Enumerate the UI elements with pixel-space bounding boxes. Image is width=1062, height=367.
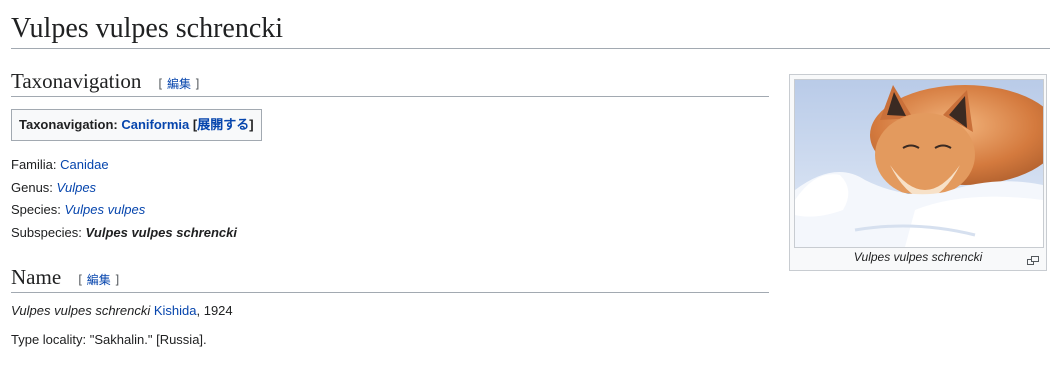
familia-link[interactable]: Canidae	[60, 157, 108, 172]
type-locality: Type locality: "Sakhalin." [Russia].	[11, 332, 207, 347]
caniformia-link[interactable]: Caniformia	[121, 117, 189, 132]
edit-bracket-close: ]	[194, 77, 200, 91]
edit-bracket-open: [	[158, 77, 164, 91]
genus-link[interactable]: Vulpes	[57, 180, 97, 195]
rank-species: Species: Vulpes vulpes	[11, 199, 237, 222]
section-heading-name: Name	[11, 265, 62, 289]
rank-subspecies: Subspecies: Vulpes vulpes schrencki	[11, 222, 237, 245]
section-taxonavigation: Taxonavigation [ 編集 ]	[11, 68, 769, 97]
rank-label: Genus:	[11, 179, 53, 195]
edit-bracket-close: ]	[114, 273, 120, 287]
author-link[interactable]: Kishida	[154, 303, 197, 318]
section-heading-taxonavigation: Taxonavigation	[11, 69, 142, 93]
fox-image[interactable]	[794, 79, 1044, 248]
edit-section: [ 編集 ]	[78, 273, 119, 287]
name-year: , 1924	[196, 303, 233, 318]
edit-bracket-open: [	[78, 273, 83, 287]
subspecies-value: Vulpes vulpes schrencki	[85, 224, 237, 240]
thumbnail: Vulpes vulpes schrencki	[789, 74, 1047, 271]
taxobox-label: Taxonavigation:	[19, 117, 118, 132]
page-title: Vulpes vulpes schrencki	[11, 10, 1050, 49]
species-link[interactable]: Vulpes vulpes	[65, 202, 146, 217]
expand-link[interactable]: 展開する	[197, 117, 249, 132]
name-taxon: Vulpes vulpes schrencki	[11, 303, 151, 318]
taxonavigation-box: Taxonavigation: Caniformia [展開する]	[11, 109, 262, 141]
rank-label: Subspecies:	[11, 224, 82, 240]
expand-bracket-close: ]	[249, 117, 254, 132]
rank-list: Familia: Canidae Genus: Vulpes Species: …	[11, 154, 237, 244]
rank-label: Species:	[11, 202, 61, 217]
edit-link-taxonavigation[interactable]: 編集	[167, 77, 191, 91]
magnify-icon[interactable]	[1027, 251, 1039, 265]
rank-label: Familia:	[11, 157, 57, 172]
rank-familia: Familia: Canidae	[11, 154, 237, 177]
edit-link-name[interactable]: 編集	[87, 273, 111, 287]
rank-genus: Genus: Vulpes	[11, 177, 237, 200]
name-line: Vulpes vulpes schrencki Kishida, 1924	[11, 302, 233, 320]
thumbnail-caption: Vulpes vulpes schrencki	[853, 250, 983, 264]
section-name: Name [ 編集 ]	[11, 264, 769, 293]
edit-section: [ 編集 ]	[158, 77, 199, 91]
